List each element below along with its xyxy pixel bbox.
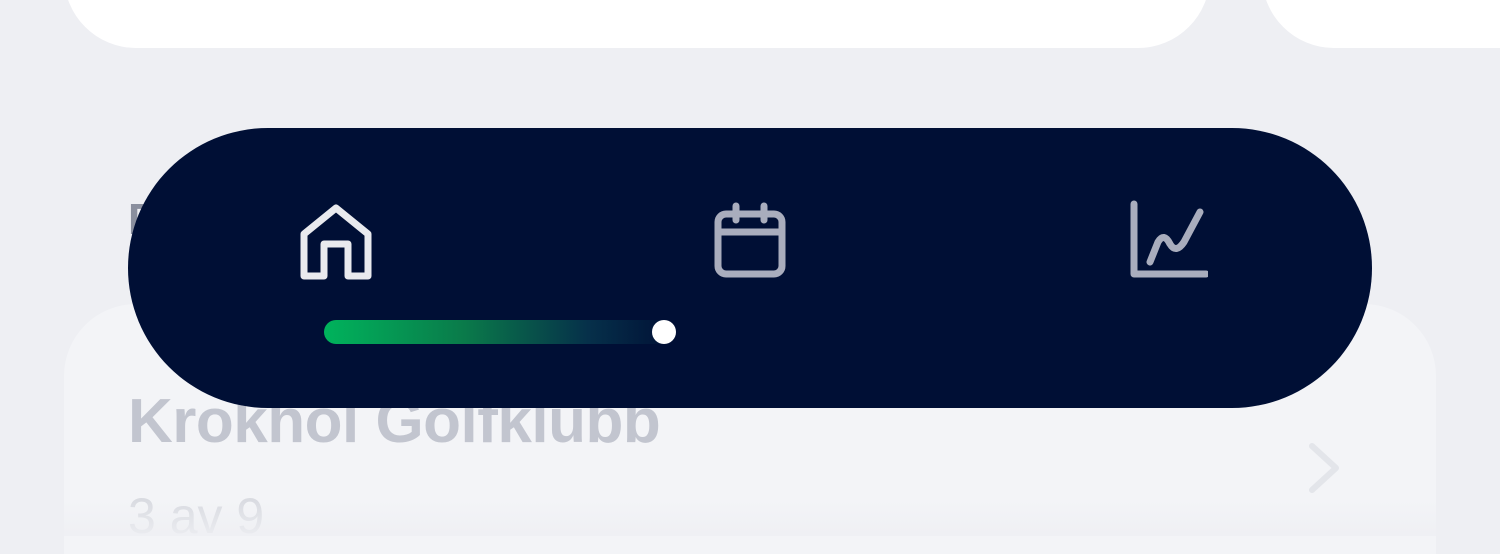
home-icon — [300, 204, 372, 280]
active-tab-indicator — [324, 320, 676, 344]
calendar-icon — [714, 202, 786, 278]
indicator-dot — [652, 320, 676, 344]
top-card-left — [64, 0, 1210, 48]
top-card-right — [1262, 0, 1500, 48]
bottom-navigation-bar — [128, 128, 1372, 408]
chevron-right-icon[interactable] — [1302, 440, 1346, 496]
chart-icon — [1130, 200, 1208, 278]
nav-item-calendar[interactable] — [700, 190, 800, 290]
bottom-fade — [0, 500, 1500, 536]
nav-item-home[interactable] — [286, 190, 386, 290]
indicator-track — [324, 320, 676, 344]
nav-item-stats[interactable] — [1114, 190, 1214, 290]
